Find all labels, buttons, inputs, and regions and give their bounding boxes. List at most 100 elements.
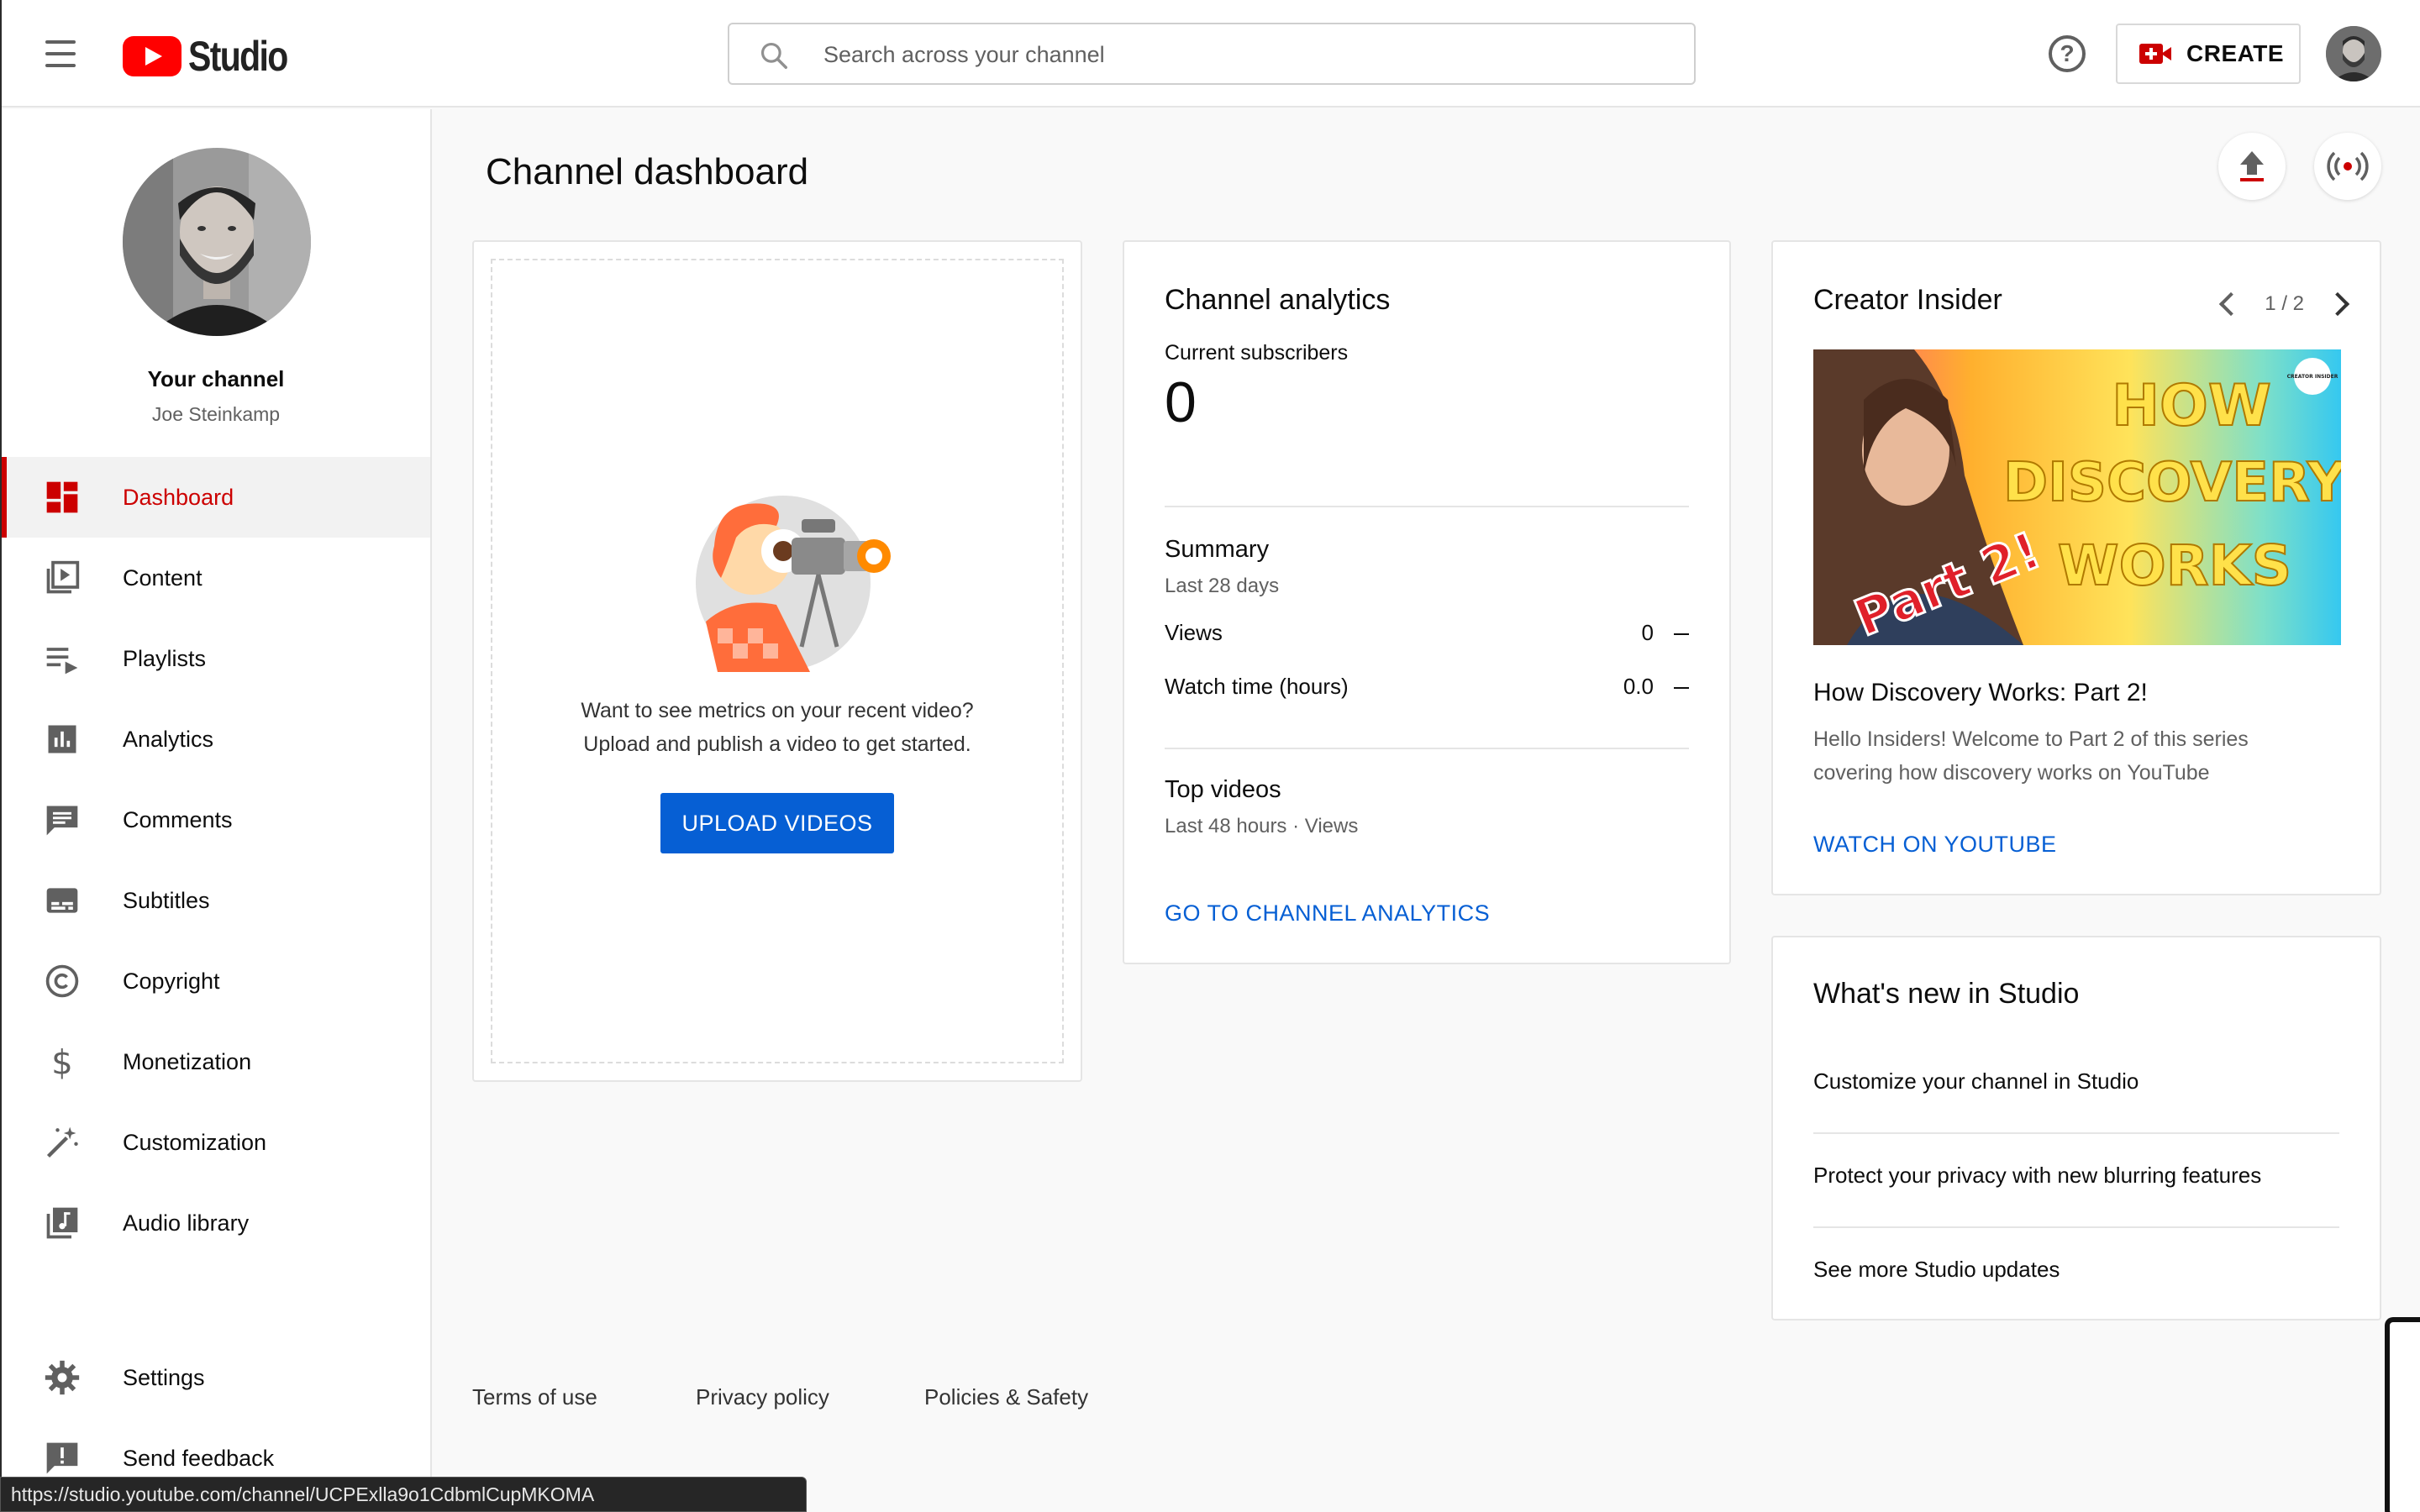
sidebar-item-label: Copyright bbox=[123, 968, 220, 994]
thumb-text-1: HOW bbox=[2112, 373, 2271, 439]
top-videos-title: Top videos bbox=[1165, 776, 1281, 803]
sidebar-item-subtitles[interactable]: Subtitles bbox=[0, 860, 430, 941]
thumb-text-2: DISCOVERY bbox=[2003, 452, 2341, 514]
sidebar-item-label: Monetization bbox=[123, 1048, 252, 1074]
metric-label: Views bbox=[1165, 620, 1223, 645]
search-bar[interactable] bbox=[728, 23, 1696, 85]
page-title: Channel dashboard bbox=[486, 151, 809, 192]
window-preview-thumbnail[interactable] bbox=[2385, 1317, 2420, 1512]
upload-message-line1: Want to see metrics on your recent video… bbox=[581, 699, 974, 722]
channel-name: Joe Steinkamp bbox=[151, 403, 281, 425]
divider bbox=[1165, 748, 1689, 749]
dashboard-icon bbox=[46, 481, 78, 513]
logo-text: Studio bbox=[188, 33, 288, 80]
playlists-icon bbox=[46, 648, 78, 675]
metric-value: 0.0 bbox=[1623, 674, 1654, 699]
sidebar-item-settings[interactable]: Settings bbox=[0, 1337, 430, 1418]
creator-insider-badge: CREATOR INSIDER bbox=[2287, 374, 2338, 380]
sidebar-item-label: Dashboard bbox=[123, 484, 234, 510]
sidebar-item-monetization[interactable]: $ Monetization bbox=[0, 1021, 430, 1102]
sidebar-item-label: Content bbox=[123, 564, 203, 591]
video-description: Hello Insiders! Welcome to Part 2 of thi… bbox=[1813, 727, 2249, 785]
metric-row-views: Views 0 bbox=[1165, 620, 1689, 650]
sidebar-item-label: Analytics bbox=[123, 726, 214, 752]
watch-on-youtube-link[interactable]: WATCH ON YOUTUBE bbox=[1813, 832, 2057, 858]
chevron-left-icon[interactable] bbox=[2219, 291, 2244, 317]
gear-icon bbox=[45, 1360, 80, 1395]
your-channel-label: Your channel bbox=[147, 366, 285, 391]
news-item[interactable]: Protect your privacy with new blurring f… bbox=[1813, 1163, 2339, 1189]
channel-avatar[interactable] bbox=[123, 148, 311, 336]
whats-new-title: What's new in Studio bbox=[1813, 978, 2080, 1010]
sidebar-item-label: Settings bbox=[123, 1364, 205, 1390]
upload-message-line2: Upload and publish a video to get starte… bbox=[583, 732, 971, 756]
divider bbox=[1165, 506, 1689, 507]
metric-value: 0 bbox=[1641, 620, 1654, 645]
go-live-button[interactable] bbox=[2314, 133, 2381, 200]
metric-label: Watch time (hours) bbox=[1165, 674, 1349, 699]
magic-wand-icon bbox=[46, 1126, 78, 1158]
chevron-right-icon[interactable] bbox=[2325, 291, 2350, 317]
sidebar-item-customization[interactable]: Customization bbox=[0, 1102, 430, 1183]
policies-safety-link[interactable]: Policies & Safety bbox=[924, 1384, 1088, 1410]
trend-dash-icon bbox=[1674, 687, 1689, 689]
create-label: CREATE bbox=[2186, 40, 2285, 66]
video-thumbnail[interactable]: HOW DISCOVERY WORKS Part 2! CREATOR INSI… bbox=[1813, 349, 2341, 645]
create-button[interactable]: CREATE bbox=[2116, 24, 2301, 84]
subtitles-icon bbox=[46, 888, 78, 913]
terms-of-use-link[interactable]: Terms of use bbox=[472, 1384, 597, 1410]
account-avatar[interactable] bbox=[2326, 26, 2381, 81]
news-item[interactable]: Customize your channel in Studio bbox=[1813, 1068, 2339, 1095]
window-edge bbox=[0, 0, 2, 1512]
channel-analytics-title: Channel analytics bbox=[1165, 284, 1391, 316]
pager: 1 / 2 bbox=[2219, 291, 2350, 317]
metric-row-watch-time: Watch time (hours) 0.0 bbox=[1165, 674, 1689, 704]
sidebar-item-dashboard[interactable]: Dashboard bbox=[0, 457, 430, 538]
sidebar-item-label: Playlists bbox=[123, 645, 207, 671]
divider bbox=[1813, 1226, 2339, 1228]
sidebar-item-playlists[interactable]: Playlists bbox=[0, 618, 430, 699]
upload-videos-button[interactable]: UPLOAD VIDEOS bbox=[660, 793, 894, 853]
channel-analytics-card: Channel analytics Current subscribers 0 … bbox=[1123, 240, 1731, 964]
news-item[interactable]: See more Studio updates bbox=[1813, 1257, 2339, 1283]
sidebar-item-copyright[interactable]: Copyright bbox=[0, 941, 430, 1021]
sidebar: Your channel Joe Steinkamp Dashboard Con… bbox=[0, 109, 432, 1512]
feedback-icon bbox=[46, 1442, 78, 1474]
video-title[interactable]: How Discovery Works: Part 2! bbox=[1813, 679, 2148, 707]
svg-text:$: $ bbox=[51, 1043, 73, 1080]
top-app-bar: Studio ? CREATE bbox=[0, 0, 2420, 108]
current-subscribers-label: Current subscribers bbox=[1165, 341, 1349, 365]
camera-operator-illustration bbox=[696, 496, 891, 672]
pager-count: 1 / 2 bbox=[2265, 292, 2304, 315]
trend-dash-icon bbox=[1674, 633, 1689, 635]
summary-period: Last 28 days bbox=[1165, 575, 1280, 597]
privacy-policy-link[interactable]: Privacy policy bbox=[696, 1384, 829, 1410]
hamburger-menu-icon[interactable] bbox=[40, 34, 81, 74]
sidebar-item-label: Audio library bbox=[123, 1210, 250, 1236]
sidebar-item-label: Send feedback bbox=[123, 1445, 275, 1471]
monetization-icon: $ bbox=[51, 1043, 73, 1080]
status-bar-url: https://studio.youtube.com/channel/UCPEx… bbox=[0, 1477, 807, 1512]
sidebar-item-audio-library[interactable]: Audio library bbox=[0, 1183, 430, 1263]
copyright-icon bbox=[45, 964, 79, 998]
top-videos-period: Last 48 hours · Views bbox=[1165, 815, 1359, 837]
content-icon bbox=[46, 560, 80, 594]
summary-title: Summary bbox=[1165, 536, 1270, 563]
sidebar-item-comments[interactable]: Comments bbox=[0, 780, 430, 860]
creator-insider-card: Creator Insider 1 / 2 HOW DISCOVERY WORK… bbox=[1771, 240, 2381, 895]
search-input[interactable] bbox=[823, 36, 1647, 73]
thumb-text-3: WORKS bbox=[2058, 533, 2291, 598]
help-icon[interactable]: ? bbox=[2049, 35, 2086, 72]
studio-logo[interactable]: Studio bbox=[123, 32, 309, 81]
sidebar-item-analytics[interactable]: Analytics bbox=[0, 699, 430, 780]
upload-button[interactable] bbox=[2218, 133, 2286, 200]
go-to-channel-analytics-link[interactable]: GO TO CHANNEL ANALYTICS bbox=[1165, 900, 1490, 927]
sidebar-item-label: Comments bbox=[123, 806, 233, 832]
sidebar-item-content[interactable]: Content bbox=[0, 538, 430, 618]
analytics-icon bbox=[48, 725, 76, 753]
divider bbox=[1813, 1132, 2339, 1134]
sidebar-item-label: Customization bbox=[123, 1129, 267, 1155]
creator-insider-title: Creator Insider bbox=[1813, 284, 2002, 316]
subscriber-count: 0 bbox=[1165, 370, 1197, 434]
upload-icon bbox=[2240, 151, 2264, 181]
